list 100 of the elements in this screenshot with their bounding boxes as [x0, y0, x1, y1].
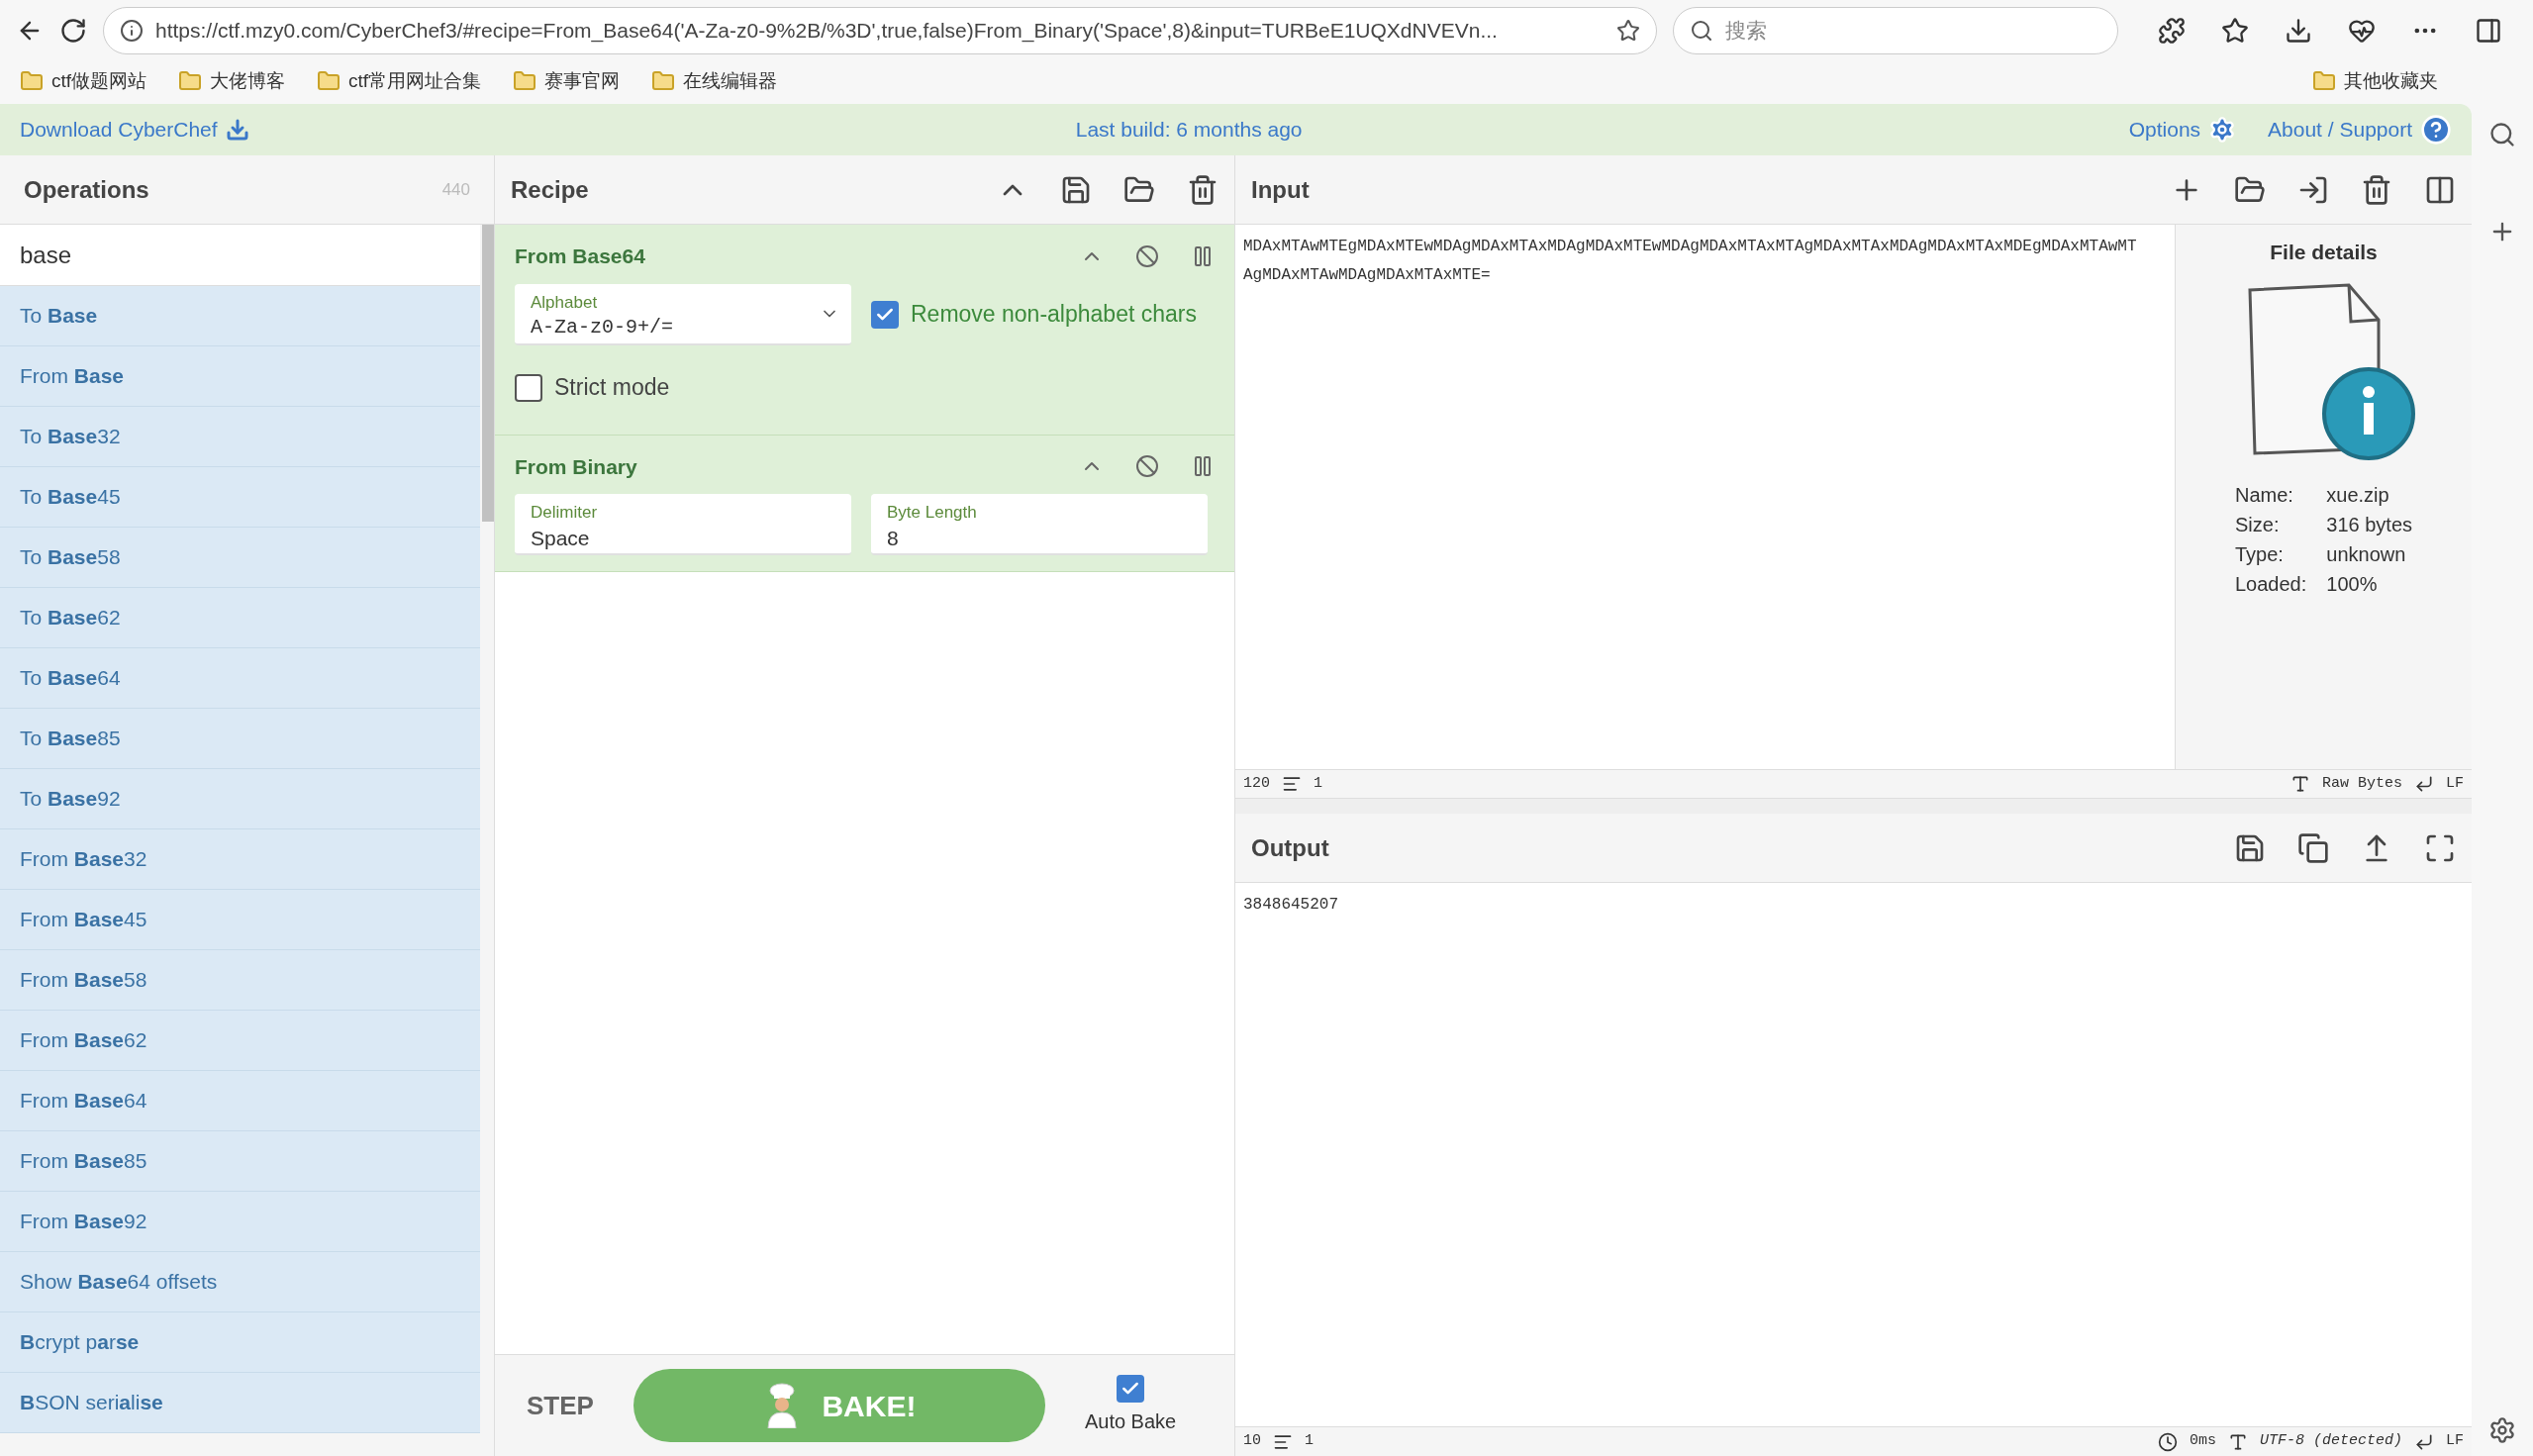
settings-icon[interactable] [2488, 1416, 2516, 1444]
operation-item[interactable]: From Base64 [0, 1071, 481, 1131]
field-label: Byte Length [887, 502, 978, 524]
download-icon [225, 118, 249, 142]
search-icon[interactable] [2488, 121, 2516, 148]
star-icon[interactable] [1616, 19, 1640, 43]
bookmark[interactable]: 在线编辑器 [647, 66, 782, 96]
encoding-label[interactable]: UTF-8 (detected) [2259, 1430, 2402, 1453]
checkbox[interactable] [1117, 1375, 1145, 1403]
file-details-title: File details [2270, 240, 2378, 265]
options-link[interactable]: Options [2128, 114, 2237, 146]
copy-icon[interactable] [2297, 831, 2329, 864]
output-text: 3848645207 [1243, 896, 1338, 914]
field-value: A-Za-z0-9+/= [531, 314, 675, 340]
checkbox[interactable] [871, 300, 899, 329]
lines-icon [1282, 774, 1302, 794]
extensions-icon[interactable] [2158, 17, 2186, 45]
character-count: 120 [1243, 773, 1270, 794]
checkbox-label: Strict mode [554, 373, 670, 403]
bookmark[interactable]: ctf做题网站 [16, 66, 151, 96]
operation-item[interactable]: Show Base64 offsets [0, 1252, 481, 1312]
file-detail-label: Name: [2235, 482, 2294, 508]
address-bar[interactable]: https://ctf.mzy0.com/CyberChef3/#recipe=From_Base64('A-Za-z0-9%2B/%3D',true,false)From_Binary('Space',8)&input=TURBeE1UQXdNVEVn... [103, 7, 1657, 54]
operation-title: From Base64 [515, 243, 646, 269]
file-detail-value: unknown [2326, 541, 2407, 567]
file-detail-value: 316 bytes [2326, 512, 2413, 537]
checkbox-label: Auto Bake [1084, 1409, 1177, 1434]
operation-item[interactable]: To Base [0, 286, 481, 346]
file-detail-value: xue.zip [2326, 482, 2390, 508]
operation-item[interactable]: From Base32 [0, 829, 481, 890]
field-value: Space [531, 526, 591, 552]
field-label: Delimiter [531, 502, 599, 524]
encoding-label[interactable]: Raw Bytes [2321, 772, 2402, 796]
bake-time: 0ms [2189, 1431, 2216, 1452]
disable-icon[interactable] [1135, 454, 1159, 479]
operation-item[interactable]: To Base92 [0, 769, 481, 829]
search-field[interactable]: 搜索 [1673, 7, 2118, 54]
operation-item[interactable]: To Base62 [0, 588, 481, 648]
return-icon [2414, 774, 2434, 794]
favorites-icon[interactable] [2221, 17, 2249, 45]
download-link[interactable]: Download CyberChef [20, 114, 249, 146]
operation-item[interactable]: To Base45 [0, 467, 481, 528]
operation-item[interactable]: From Base [0, 346, 481, 407]
health-icon[interactable] [2348, 17, 2376, 45]
input-field[interactable]: Byte Length 8 [871, 494, 1208, 555]
operation-item[interactable]: BSON serialise [0, 1373, 481, 1433]
bookmark[interactable]: 赛事官网 [509, 66, 625, 96]
panel-title: Operations [24, 174, 149, 205]
operation-item[interactable]: To Base85 [0, 709, 481, 769]
bookmark[interactable]: 其他收藏夹 [2312, 66, 2438, 96]
delete-icon[interactable] [1187, 173, 1218, 206]
settings-icon [2208, 116, 2237, 144]
checkbox-label: Remove non-alphabet chars [911, 300, 1197, 330]
site-info-icon[interactable] [120, 19, 144, 43]
operation-title: From Binary [515, 453, 638, 480]
file-detail-label: Size: [2235, 512, 2281, 537]
delete-icon[interactable] [2361, 173, 2392, 206]
operation-item[interactable]: To Base64 [0, 648, 481, 709]
bake-button[interactable]: BAKE! [633, 1369, 1045, 1442]
field-value: 8 [887, 526, 900, 552]
reload-icon[interactable] [59, 17, 87, 45]
last-build-text: Last build: 6 months ago [1075, 117, 1303, 144]
operation-item[interactable]: From Base58 [0, 950, 481, 1011]
sidebar-icon[interactable] [2475, 17, 2502, 45]
checkbox[interactable] [515, 373, 542, 402]
bookmark[interactable]: ctf常用网址合集 [313, 66, 486, 96]
disable-icon[interactable] [1135, 243, 1159, 268]
search-icon [1690, 19, 1713, 43]
operation-item[interactable]: To Base58 [0, 528, 481, 588]
operation-item[interactable]: From Base85 [0, 1131, 481, 1192]
eol-label[interactable]: LF [2446, 772, 2464, 796]
help-icon [2420, 114, 2452, 146]
bookmark[interactable]: 大佬博客 [174, 66, 290, 96]
about-link[interactable]: About / Support [2268, 114, 2452, 146]
scrollbar[interactable] [482, 225, 494, 522]
file-detail-label: Loaded: [2235, 571, 2307, 597]
folder-icon [178, 69, 203, 93]
line-count: 1 [1314, 773, 1323, 794]
download-icon[interactable] [2285, 17, 2312, 45]
folder-icon [651, 69, 676, 93]
operation-item[interactable]: From Base92 [0, 1192, 481, 1252]
folder-icon [317, 69, 341, 93]
input-field[interactable]: Delimiter Space [515, 494, 851, 555]
operation-item[interactable]: From Base62 [0, 1011, 481, 1071]
input-text[interactable]: MDAxMTAwMTEgMDAxMTEwMDAgMDAxMTAxMDAgMDAxMTEwMDAgMDAxMTAxMTAgMDAxMTAxMDAgMDAxMTAxMDEgMDAxMTAwMTAgMDAxMTAwMDAgMDAxMTAxMTE= [1243, 233, 2139, 290]
panel-title: Recipe [511, 174, 590, 205]
alphabet-dropdown[interactable]: Alphabet A-Za-z0-9+/= [515, 283, 851, 345]
operation-item[interactable]: From Base45 [0, 890, 481, 950]
operation-item[interactable]: Bcrypt parse [0, 1312, 481, 1373]
panel-title: Input [1251, 174, 1311, 205]
folder-icon [2312, 69, 2336, 93]
line-count: 1 [1305, 1431, 1315, 1452]
search-field[interactable]: base [0, 225, 481, 286]
resize-handle[interactable] [1235, 799, 2472, 814]
step-button[interactable]: STEP [527, 1386, 594, 1425]
field-label: Alphabet [531, 291, 599, 313]
eol-label[interactable]: LF [2446, 1430, 2464, 1453]
character-count: 10 [1243, 1431, 1261, 1452]
operation-item[interactable]: To Base32 [0, 407, 481, 467]
folder-icon [513, 69, 537, 93]
